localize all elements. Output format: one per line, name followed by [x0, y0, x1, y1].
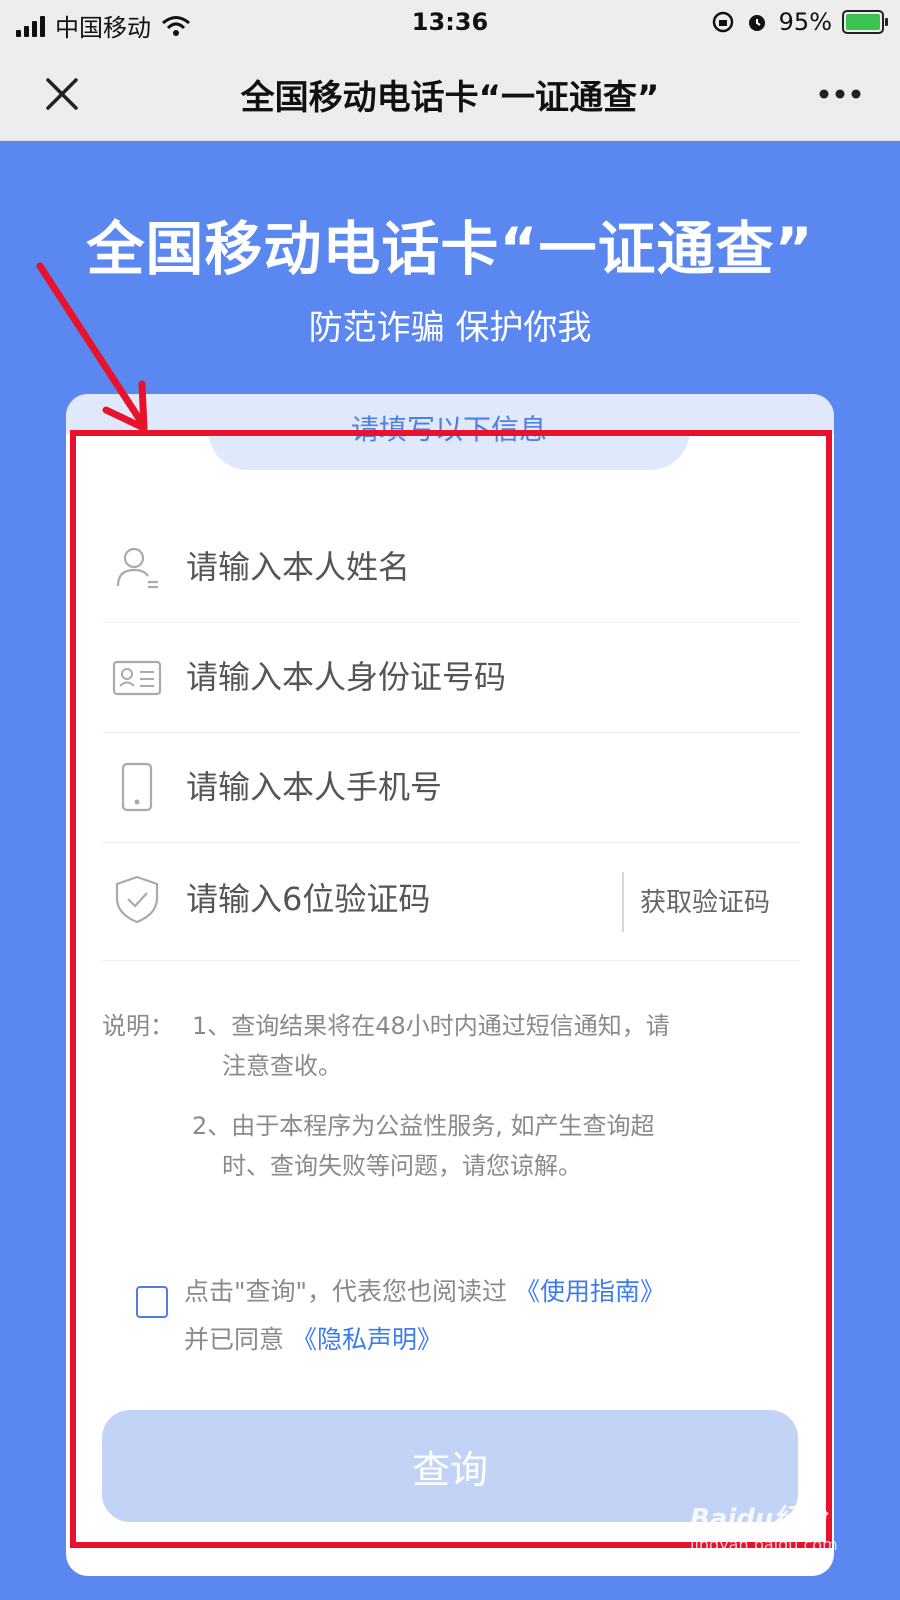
- more-icon[interactable]: [818, 88, 862, 100]
- form-card: 请填写以下信息 获取验证码 说明：: [66, 394, 834, 1576]
- note-1-line-1: 1、查询结果将在48小时内通过短信通知，请: [192, 1012, 670, 1040]
- phone-field: [102, 732, 800, 843]
- section-label: 请填写以下信息: [350, 413, 547, 446]
- watermark-url: jingyan.baidu.com: [690, 1535, 838, 1554]
- shield-check-icon: [115, 875, 159, 924]
- id-card-icon: [112, 660, 162, 696]
- section-label-pill: 请填写以下信息: [208, 394, 690, 470]
- notes-label: 说明：: [102, 1012, 174, 1040]
- person-icon: [116, 547, 158, 589]
- name-input[interactable]: [184, 540, 628, 594]
- nav-bar: 全国移动电话卡“一证通查”: [0, 48, 900, 141]
- agree-checkbox[interactable]: [136, 1286, 168, 1318]
- usage-guide-link[interactable]: 《使用指南》: [515, 1277, 665, 1306]
- note-2-line-1: 2、由于本程序为公益性服务, 如产生查询超: [192, 1112, 655, 1140]
- nav-title: 全国移动电话卡“一证通查”: [240, 78, 660, 118]
- note-1-line-2: 注意查收。: [222, 1052, 342, 1080]
- alarm-icon: [748, 15, 765, 31]
- status-bar: 中国移动 13:36 95%: [0, 0, 900, 48]
- field-divider: [622, 872, 624, 932]
- hero-subtitle: 防范诈骗 保护你我: [308, 308, 592, 348]
- agreement-text-1: 点击"查询"，代表您也阅读过: [184, 1277, 507, 1306]
- agreement-text-2: 并已同意: [184, 1325, 285, 1354]
- rotation-lock-icon: [712, 11, 733, 33]
- battery-icon: [842, 10, 888, 34]
- name-field: [102, 512, 800, 623]
- privacy-statement-link[interactable]: 《隐私声明》: [292, 1325, 442, 1354]
- status-right: 95%: [711, 8, 888, 36]
- id-field: [102, 622, 800, 733]
- phone-input[interactable]: [184, 760, 628, 814]
- verification-code-input[interactable]: [184, 872, 588, 926]
- code-field: 获取验证码: [102, 844, 800, 961]
- id-number-input[interactable]: [184, 650, 628, 704]
- watermark: Baidu经验 jingyan.baidu.com: [690, 1498, 838, 1554]
- watermark-brand: Baidu经验: [690, 1504, 826, 1534]
- agreement-text: 点击"查询"，代表您也阅读过 《使用指南》 并已同意 《隐私声明》: [184, 1268, 665, 1364]
- note-2-line-2: 时、查询失败等问题，请您谅解。: [222, 1152, 582, 1180]
- battery-percent: 95%: [778, 8, 832, 36]
- hero-title: 全国移动电话卡“一证通查”: [86, 215, 814, 283]
- phone-icon: [121, 762, 153, 812]
- get-code-button[interactable]: 获取验证码: [640, 882, 770, 919]
